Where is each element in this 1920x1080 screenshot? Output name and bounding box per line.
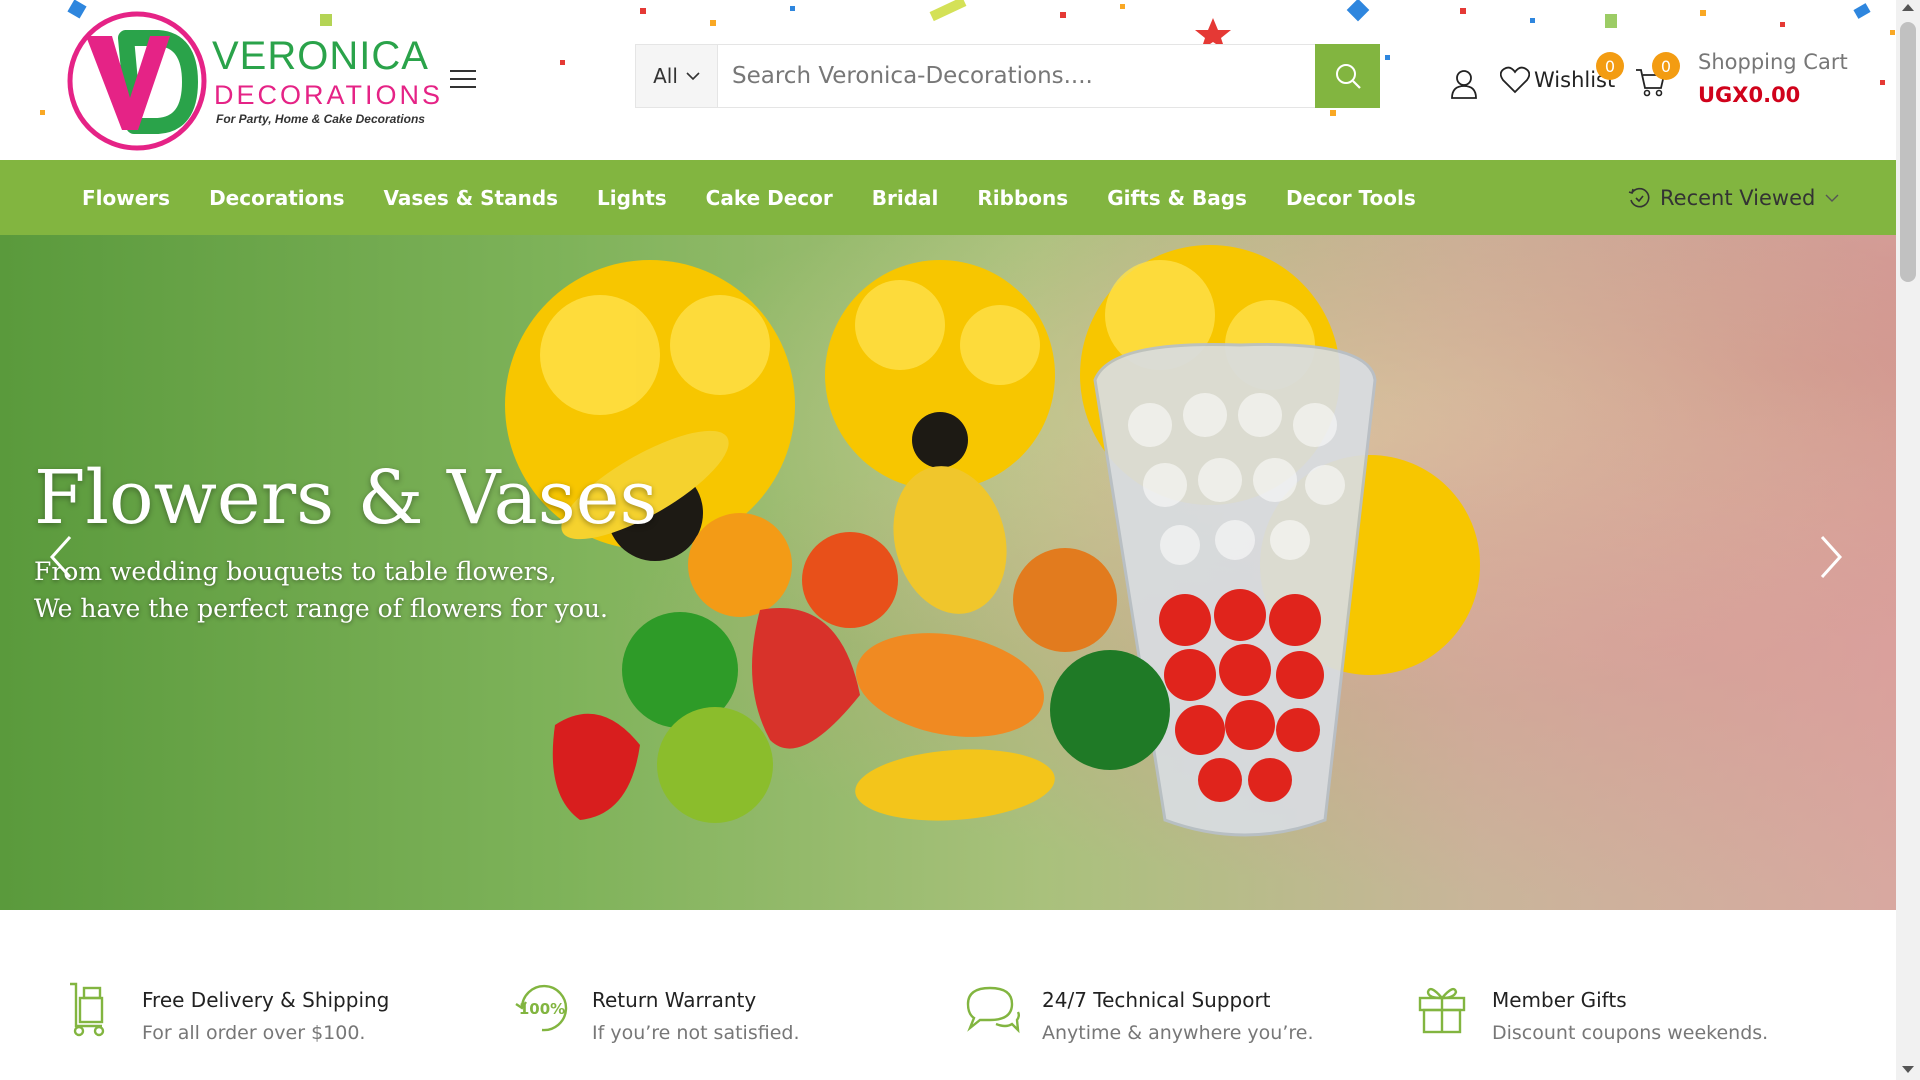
cart-label[interactable]: Shopping Cart [1698,50,1848,74]
slider-next-button[interactable] [1812,527,1852,587]
site-logo[interactable]: VERONICA DECORATIONS For Party, Home & C… [66,10,440,152]
nav-item-vases-stands[interactable]: Vases & Stands [384,186,559,210]
gift-icon [1418,987,1466,1034]
account-button[interactable] [1450,68,1478,104]
feature-title: 24/7 Technical Support [1042,988,1271,1012]
chat-support-icon [966,986,1020,1034]
recent-viewed-dropdown[interactable]: Recent Viewed [1628,160,1839,235]
scroll-up-icon[interactable] [1902,4,1914,11]
hero-slider: Flowers & Vases From wedding bouquets to… [0,235,1896,910]
nav-item-ribbons[interactable]: Ribbons [977,186,1068,210]
hero-title: Flowers & Vases [34,455,658,541]
heart-icon [1500,66,1530,94]
nav-item-decorations[interactable]: Decorations [209,186,344,210]
feature-desc: Discount coupons weekends. [1492,1022,1769,1044]
nav-item-lights[interactable]: Lights [597,186,667,210]
warranty-100-icon: 100% [515,984,568,1032]
chevron-right-icon [1820,535,1843,579]
scrollbar-thumb[interactable] [1900,22,1916,282]
feature-title: Member Gifts [1492,988,1627,1012]
nav-item-cake-decor[interactable]: Cake Decor [706,186,833,210]
nav-item-bridal[interactable]: Bridal [872,186,939,210]
hero-subtitle: From wedding bouquets to table flowers, … [34,553,608,627]
feature-technical-support: 24/7 Technical Support Anytime & anywher… [962,978,1314,1044]
site-header: VERONICA DECORATIONS For Party, Home & C… [0,0,1920,160]
slider-prev-button[interactable] [40,527,80,587]
features-bar: Free Delivery & Shipping For all order o… [0,910,1896,1080]
hero-subtitle-line-1: From wedding bouquets to table flowers, [34,557,557,586]
cart-count-badge: 0 [1652,52,1680,80]
main-nav: Flowers Decorations Vases & Stands Light… [0,160,1896,235]
chevron-left-icon [49,535,72,579]
logo-monogram-icon [67,11,207,151]
nav-item-decor-tools[interactable]: Decor Tools [1286,186,1416,210]
nav-menu: Flowers Decorations Vases & Stands Light… [82,160,1455,235]
feature-free-delivery: Free Delivery & Shipping For all order o… [62,978,389,1044]
chevron-down-icon [686,72,700,81]
scroll-down-icon[interactable] [1902,1066,1914,1073]
menu-toggle-icon[interactable] [450,70,476,90]
feature-member-gifts: Member Gifts Discount coupons weekends. [1412,978,1768,1044]
search-icon [1335,64,1361,89]
feature-desc: If you’re not satisfied. [592,1022,800,1044]
brand-tagline: For Party, Home & Cake Decorations [216,112,425,126]
cart-total[interactable]: UGX0.00 [1698,83,1800,107]
recent-viewed-label: Recent Viewed [1660,185,1816,210]
history-icon [1628,187,1650,207]
nav-item-gifts-bags[interactable]: Gifts & Bags [1107,186,1247,210]
search-input[interactable] [718,45,1315,107]
nav-item-flowers[interactable]: Flowers [82,186,170,210]
feature-title: Free Delivery & Shipping [142,988,390,1012]
search-button[interactable] [1315,44,1380,108]
chevron-down-icon [1825,194,1839,202]
delivery-trolley-icon [70,982,105,1037]
search-category-value: All [653,64,678,88]
search-bar: All [635,44,1380,108]
brand-sub: DECORATIONS [214,80,444,110]
feature-return-warranty: 100% Return Warranty If you’re not satis… [512,978,800,1044]
brand-name: VERONICA [212,34,429,78]
feature-desc: Anytime & anywhere you’re. [1042,1022,1314,1044]
user-icon [1451,70,1477,99]
feature-desc: For all order over $100. [142,1022,366,1044]
wishlist-count-badge: 0 [1596,52,1624,80]
hero-subtitle-line-2: We have the perfect range of flowers for… [34,594,608,623]
page-scrollbar[interactable] [1896,0,1920,1080]
svg-text:100%: 100% [519,1000,565,1018]
search-category-select[interactable]: All [636,45,718,107]
feature-title: Return Warranty [592,988,757,1012]
